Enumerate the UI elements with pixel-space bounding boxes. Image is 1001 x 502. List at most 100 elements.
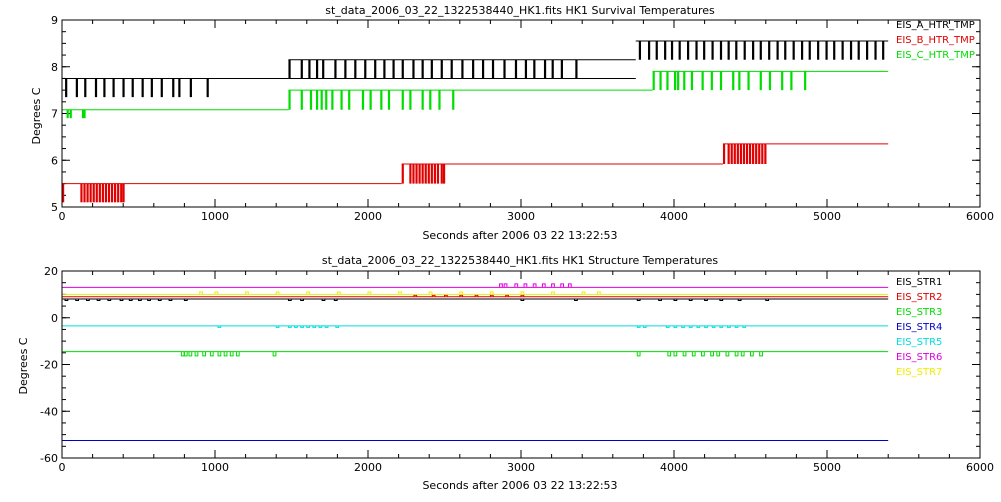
series-pulse <box>380 90 383 110</box>
series-pulse <box>727 41 730 60</box>
y-tick-label: 7 <box>51 108 58 121</box>
series-step <box>541 283 546 288</box>
y-tick-label: 6 <box>51 154 58 167</box>
series-step <box>532 283 537 288</box>
series-pulse <box>710 71 713 91</box>
series-pulse <box>543 59 547 79</box>
series-pulse <box>674 71 677 91</box>
series-pulse <box>670 41 674 60</box>
series-pulse <box>808 41 811 60</box>
series-pulse <box>92 183 95 203</box>
series-pulse <box>300 90 303 110</box>
series-step <box>716 351 721 357</box>
series-pulse <box>131 78 134 98</box>
series-step <box>202 351 207 357</box>
series-step <box>523 283 528 288</box>
series-pulse <box>874 41 877 60</box>
series-pulse <box>551 59 554 79</box>
series-pulse <box>409 90 412 110</box>
series-pulse <box>440 163 443 184</box>
series-pulse <box>514 59 518 79</box>
series-step <box>682 351 687 357</box>
series-pulse <box>189 78 192 98</box>
series-pulse <box>430 163 433 184</box>
y-tick-label: 0 <box>51 312 58 325</box>
legend: EIS_STR1 EIS_STR2 EIS_STR3 EIS_STR4 EIS_STR5… <box>896 277 942 378</box>
series-pulse <box>450 59 453 79</box>
series-pulse <box>768 41 771 60</box>
legend-entry: EIS_A_HTR_TMP <box>896 20 975 31</box>
series-step <box>567 283 572 288</box>
series-pulse <box>320 90 323 110</box>
series-pulse <box>436 163 440 184</box>
series-pulse <box>315 90 319 110</box>
x-tick-label: 3000 <box>507 461 535 474</box>
series-pulse <box>66 109 69 119</box>
series-pulse <box>503 59 506 79</box>
x-axis-label: Seconds after 2006 03 22 13:22:53 <box>422 229 617 242</box>
series-step <box>217 351 222 357</box>
series-pulse <box>374 59 377 79</box>
series-step <box>734 351 739 357</box>
series-pulse <box>882 41 885 60</box>
series-pulse <box>308 59 311 79</box>
x-tick-label: 5000 <box>813 210 841 223</box>
series-pulse <box>412 163 415 184</box>
series-pulse <box>122 78 125 98</box>
axis-ticks: 0 1000 2000 3000 4000 5000 6000 5 6 7 8 9 <box>51 14 994 223</box>
series-pulse <box>206 78 209 98</box>
series-EIS_STR6 <box>62 283 889 288</box>
series-lines <box>62 283 889 441</box>
series-pulse <box>735 41 738 60</box>
x-tick-label: 0 <box>59 210 66 223</box>
legend-entry: EIS_STR2 <box>896 292 942 303</box>
series-pulse <box>761 143 764 164</box>
series-pulse <box>800 41 804 60</box>
series-EIS_A_HTR_TMP <box>62 40 889 98</box>
series-step <box>503 283 508 288</box>
series-pulse <box>107 183 111 203</box>
series-pulse <box>418 163 421 184</box>
x-axis-label: Seconds after 2006 03 22 13:22:53 <box>422 479 617 492</box>
series-pulse <box>452 90 455 110</box>
series-pulse <box>424 163 427 184</box>
series-pulse <box>427 163 430 184</box>
series-pulse <box>733 143 736 164</box>
series-pulse <box>415 163 418 184</box>
series-pulse <box>309 90 313 110</box>
series-pulse <box>524 59 528 79</box>
series-pulse <box>759 71 762 91</box>
series-pulse <box>340 90 343 110</box>
x-tick-label: 4000 <box>660 210 688 223</box>
series-pulse <box>348 90 351 110</box>
series-pulse <box>747 71 750 91</box>
series-EIS_STR5 <box>62 325 889 328</box>
series-pulse <box>666 71 669 91</box>
series-pulse <box>412 59 415 79</box>
legend: EIS_A_HTR_TMP EIS_B_HTR_TMP EIS_C_HTR_TMP <box>896 20 975 61</box>
series-pulse <box>764 143 767 164</box>
x-tick-label: 2000 <box>354 461 382 474</box>
series-step <box>560 283 565 288</box>
series-pulse <box>732 71 735 91</box>
y-tick-label: -60 <box>40 452 58 465</box>
x-tick-label: 1000 <box>201 210 229 223</box>
series-step <box>183 351 188 357</box>
series-pulse <box>95 183 98 203</box>
series-pulse <box>833 41 836 60</box>
series-pulse <box>701 71 704 91</box>
series-pulse <box>334 59 337 79</box>
series-pulse <box>160 78 163 98</box>
series-step <box>272 351 277 357</box>
series-pulse <box>739 143 742 164</box>
series-pulse <box>103 78 106 98</box>
series-step <box>499 283 503 288</box>
series-pulse <box>69 109 72 119</box>
series-pulse <box>122 183 125 203</box>
series-pulse <box>866 41 869 60</box>
series-pulse <box>664 41 667 60</box>
x-tick-label: 6000 <box>966 210 994 223</box>
series-step <box>636 351 641 357</box>
legend-entry: EIS_STR3 <box>896 307 942 318</box>
series-pulse <box>150 78 153 98</box>
